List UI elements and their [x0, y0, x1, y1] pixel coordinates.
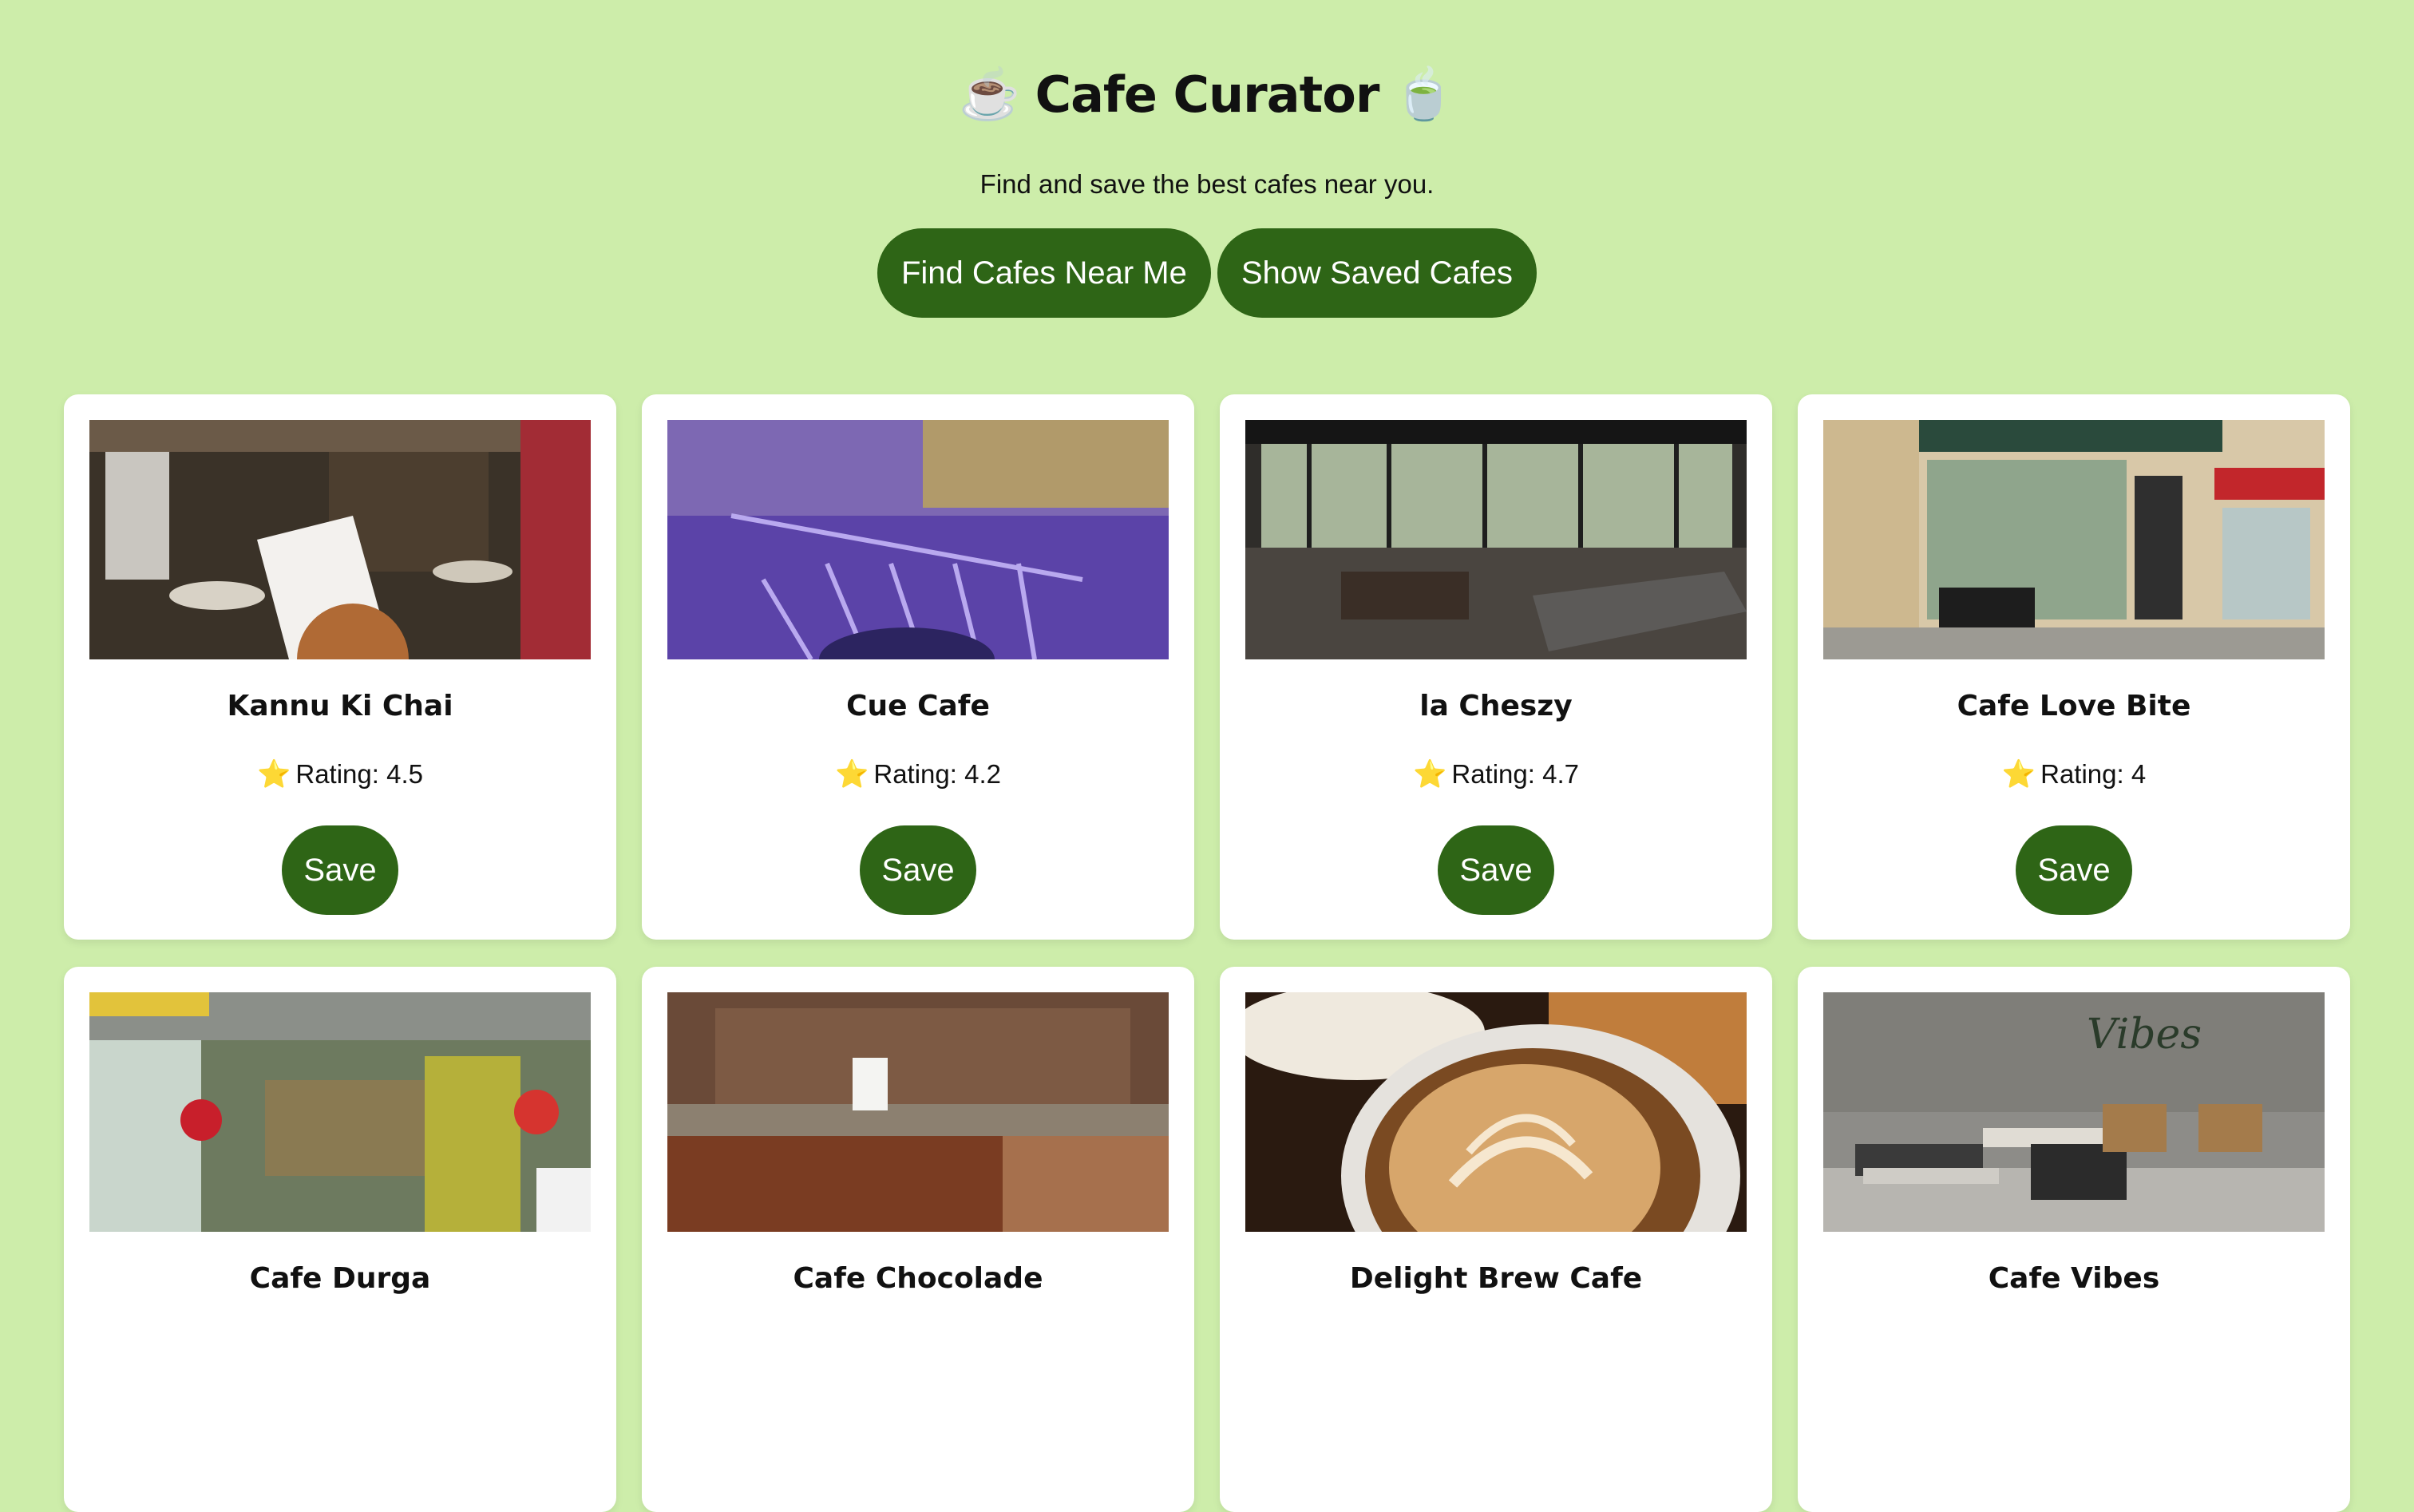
cafe-photo	[667, 992, 1169, 1232]
title-row: ☕ Cafe Curator 🍵	[0, 65, 2414, 124]
cafe-name: Kannu Ki Chai	[227, 690, 453, 722]
cafe-name: la Cheszy	[1419, 690, 1573, 722]
cafe-card: la Cheszy ⭐ Rating: 4.7 Save	[1220, 394, 1772, 940]
cafe-rating: ⭐ Rating: 4	[1798, 758, 2350, 790]
coffee-cup-icon: ☕	[959, 66, 1021, 122]
cafe-card: Cafe Chocolade	[642, 967, 1194, 1512]
cafe-photo	[89, 420, 591, 659]
cafe-card: Cafe Love Bite ⭐ Rating: 4 Save	[1798, 394, 2350, 940]
cafe-name: Cue Cafe	[846, 690, 990, 722]
cafe-photo: Vibes	[1823, 992, 2325, 1232]
save-button[interactable]: Save	[1438, 825, 1554, 915]
save-button[interactable]: Save	[282, 825, 398, 915]
tea-cup-icon: 🍵	[1393, 66, 1455, 122]
star-icon: ⭐	[257, 759, 291, 790]
star-icon: ⭐	[2001, 759, 2036, 790]
cafe-name: Cafe Chocolade	[793, 1262, 1043, 1295]
cafe-photo	[1245, 992, 1747, 1232]
star-icon: ⭐	[835, 759, 869, 790]
cafe-rating: ⭐ Rating: 4.2	[642, 758, 1194, 790]
action-buttons: Find Cafes Near Me Show Saved Cafes	[0, 228, 2414, 318]
cafe-photo	[1823, 420, 2325, 659]
svg-text:Vibes: Vibes	[2087, 1011, 2202, 1059]
page-subtitle: Find and save the best cafes near you.	[979, 169, 1435, 199]
rating-text: Rating: 4.5	[295, 759, 423, 789]
star-icon: ⭐	[1413, 759, 1447, 790]
cafe-photo	[667, 420, 1169, 659]
cafe-card: Vibes Cafe Vibes	[1798, 967, 2350, 1512]
cafe-grid: Kannu Ki Chai ⭐ Rating: 4.5 Save Cue Caf…	[64, 394, 2350, 1512]
save-button[interactable]: Save	[2016, 825, 2132, 915]
cafe-name: Delight Brew Cafe	[1349, 1262, 1643, 1295]
show-saved-cafes-button[interactable]: Show Saved Cafes	[1217, 228, 1537, 318]
find-cafes-button[interactable]: Find Cafes Near Me	[877, 228, 1211, 318]
cafe-photo	[1245, 420, 1747, 659]
cafe-name: Cafe Vibes	[1988, 1262, 2160, 1295]
page-title: Cafe Curator	[1035, 65, 1380, 124]
rating-text: Rating: 4.2	[873, 759, 1001, 789]
cafe-name: Cafe Durga	[249, 1262, 431, 1295]
save-button[interactable]: Save	[860, 825, 976, 915]
cafe-card: Delight Brew Cafe	[1220, 967, 1772, 1512]
cafe-rating: ⭐ Rating: 4.7	[1220, 758, 1772, 790]
cafe-rating: ⭐ Rating: 4.5	[64, 758, 616, 790]
cafe-card: Kannu Ki Chai ⭐ Rating: 4.5 Save	[64, 394, 616, 940]
cafe-card: Cue Cafe ⭐ Rating: 4.2 Save	[642, 394, 1194, 940]
rating-text: Rating: 4.7	[1451, 759, 1579, 789]
cafe-name: Cafe Love Bite	[1957, 690, 2191, 722]
rating-text: Rating: 4	[2040, 759, 2147, 789]
cafe-card: Cafe Durga	[64, 967, 616, 1512]
cafe-photo	[89, 992, 591, 1232]
